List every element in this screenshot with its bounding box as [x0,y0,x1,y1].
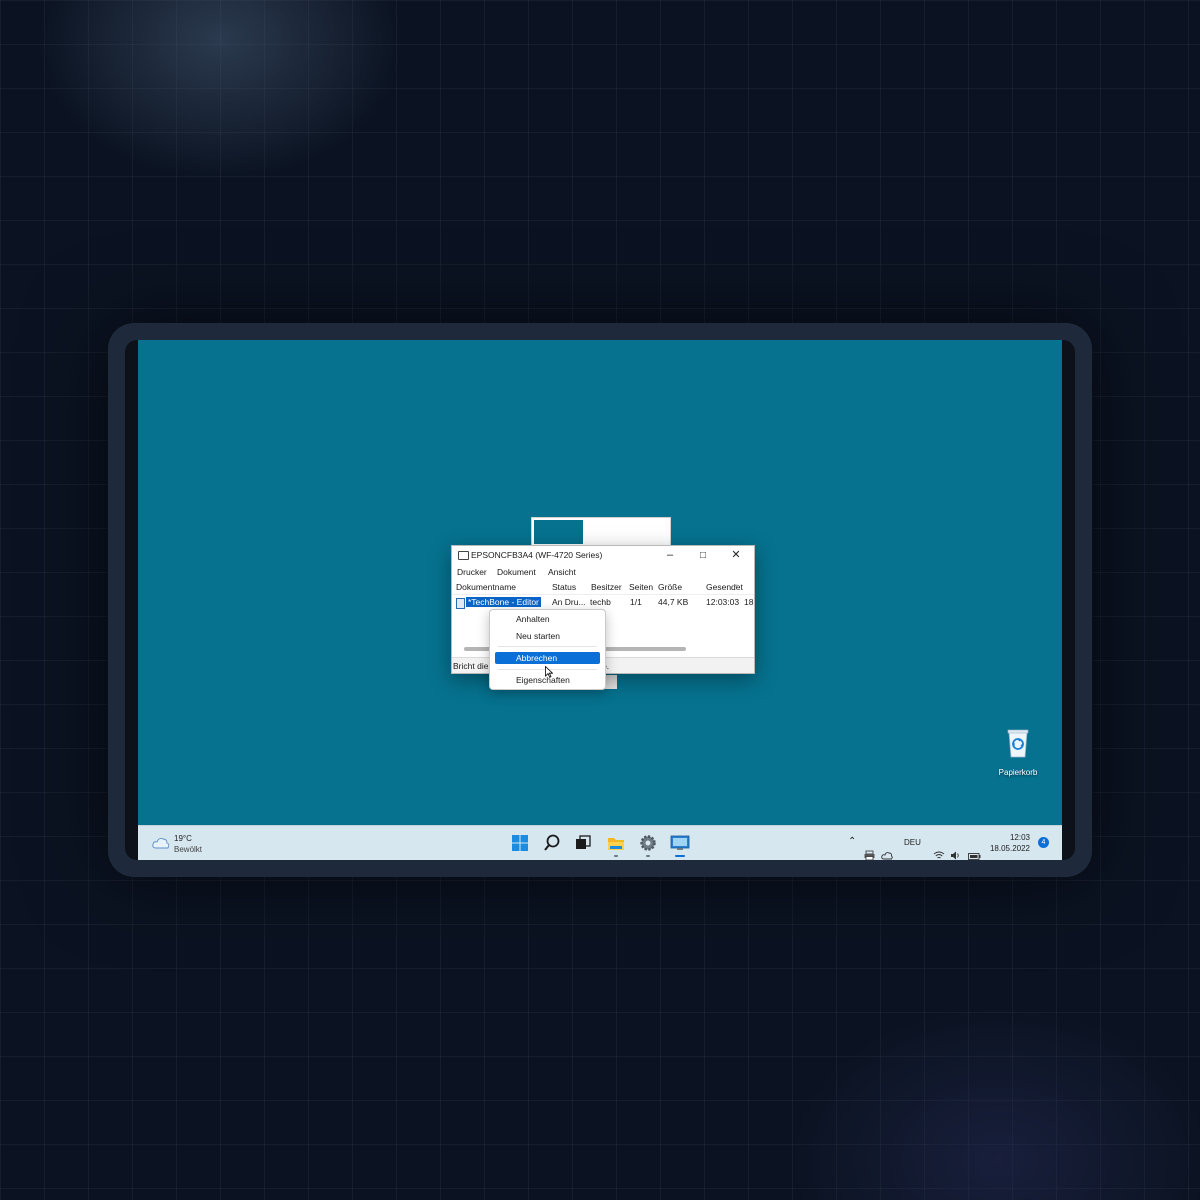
menu-separator [498,646,597,647]
sort-chevron-icon: ⌄ [733,581,739,588]
weather-temperature: 19°C [174,834,192,843]
job-size: 44,7 KB [658,597,689,607]
minimize-button[interactable]: – [654,546,686,565]
running-indicator [614,855,618,857]
weather-widget[interactable]: 19°C Bewölkt [152,834,222,856]
control-panel-icon [670,835,690,850]
input-language[interactable]: DEU [904,838,921,860]
job-pages: 1/1 [630,597,642,607]
settings-button[interactable] [636,831,660,857]
active-indicator [675,855,685,857]
search-icon [544,834,560,851]
menu-item-abbrechen[interactable]: Abbrechen [495,652,600,664]
printer-tray-icon[interactable] [864,838,875,860]
menu-item-anhalten[interactable]: Anhalten [490,613,605,625]
task-view-icon [576,835,591,849]
menu-item-label: Neu starten [516,631,560,641]
job-sent-date: 18 [744,597,754,607]
wifi-icon[interactable] [933,838,945,860]
close-button[interactable]: ✕ [720,546,752,565]
clock[interactable]: 12:03 18.05.2022 [986,832,1030,854]
menu-item-label: Eigenschaften [516,675,570,685]
menu-item-label: Abbrechen [516,653,558,663]
start-icon [512,835,528,851]
recycle-bin[interactable]: Papierkorb [990,728,1046,777]
menu-drucker[interactable]: Drucker [457,567,487,577]
table-row[interactable]: *TechBone - Editor An Dru... techb 1/1 4… [452,597,754,609]
start-button[interactable] [508,831,532,855]
col-status[interactable]: Status [552,582,576,592]
cloud-icon [152,837,170,849]
title-bar[interactable]: EPSONCFB3A4 (WF-4720 Series) – □ ✕ [452,546,754,565]
volume-icon[interactable] [950,838,961,860]
taskbar: 19°C Bewölkt ⌃ DEU 12:03 18.05.2022 4 [138,825,1062,860]
window-title: EPSONCFB3A4 (WF-4720 Series) [471,550,603,560]
menu-item-neu-starten[interactable]: Neu starten [490,630,605,642]
file-explorer-button[interactable] [604,831,628,857]
document-icon [456,598,465,609]
notification-badge[interactable]: 4 [1038,837,1049,848]
battery-icon[interactable] [968,839,981,860]
running-indicator [646,855,650,857]
col-besitzer[interactable]: Besitzer [591,582,622,592]
menu-item-label: Anhalten [516,614,550,624]
background-window-thumbnail [534,520,583,544]
settings-icon [640,835,656,851]
recycle-bin-label: Papierkorb [998,768,1038,777]
job-status: An Dru... [552,597,586,607]
search-button[interactable] [540,831,564,855]
job-owner: techb [590,597,611,607]
clock-time: 12:03 [1009,833,1030,842]
printer-icon [458,551,469,560]
col-groesse[interactable]: Größe [658,582,682,592]
column-header: Dokumentname Status Besitzer Seiten Größ… [452,581,754,595]
clock-date: 18.05.2022 [989,844,1030,853]
file-explorer-icon [608,838,624,850]
task-view-button[interactable] [571,831,595,855]
status-text: Bricht die [453,661,489,671]
maximize-button[interactable]: □ [687,546,719,565]
desktop[interactable]: EPSONCFB3A4 (WF-4720 Series) – □ ✕ Druck… [138,340,1062,860]
weather-description: Bewölkt [174,845,203,854]
col-dokumentname[interactable]: Dokumentname [456,582,516,592]
job-name[interactable]: *TechBone - Editor [466,597,541,607]
recycle-bin-icon [1007,729,1029,758]
control-panel-button[interactable] [668,831,692,857]
onedrive-cloud-icon[interactable] [881,838,893,860]
mouse-cursor-icon [545,666,553,678]
job-sent: 12:03:03 [706,597,740,607]
menu-dokument[interactable]: Dokument [497,567,536,577]
menu-ansicht[interactable]: Ansicht [548,567,576,577]
show-hidden-icons-chevron-icon[interactable]: ⌃ [848,836,856,860]
col-seiten[interactable]: Seiten [629,582,653,592]
